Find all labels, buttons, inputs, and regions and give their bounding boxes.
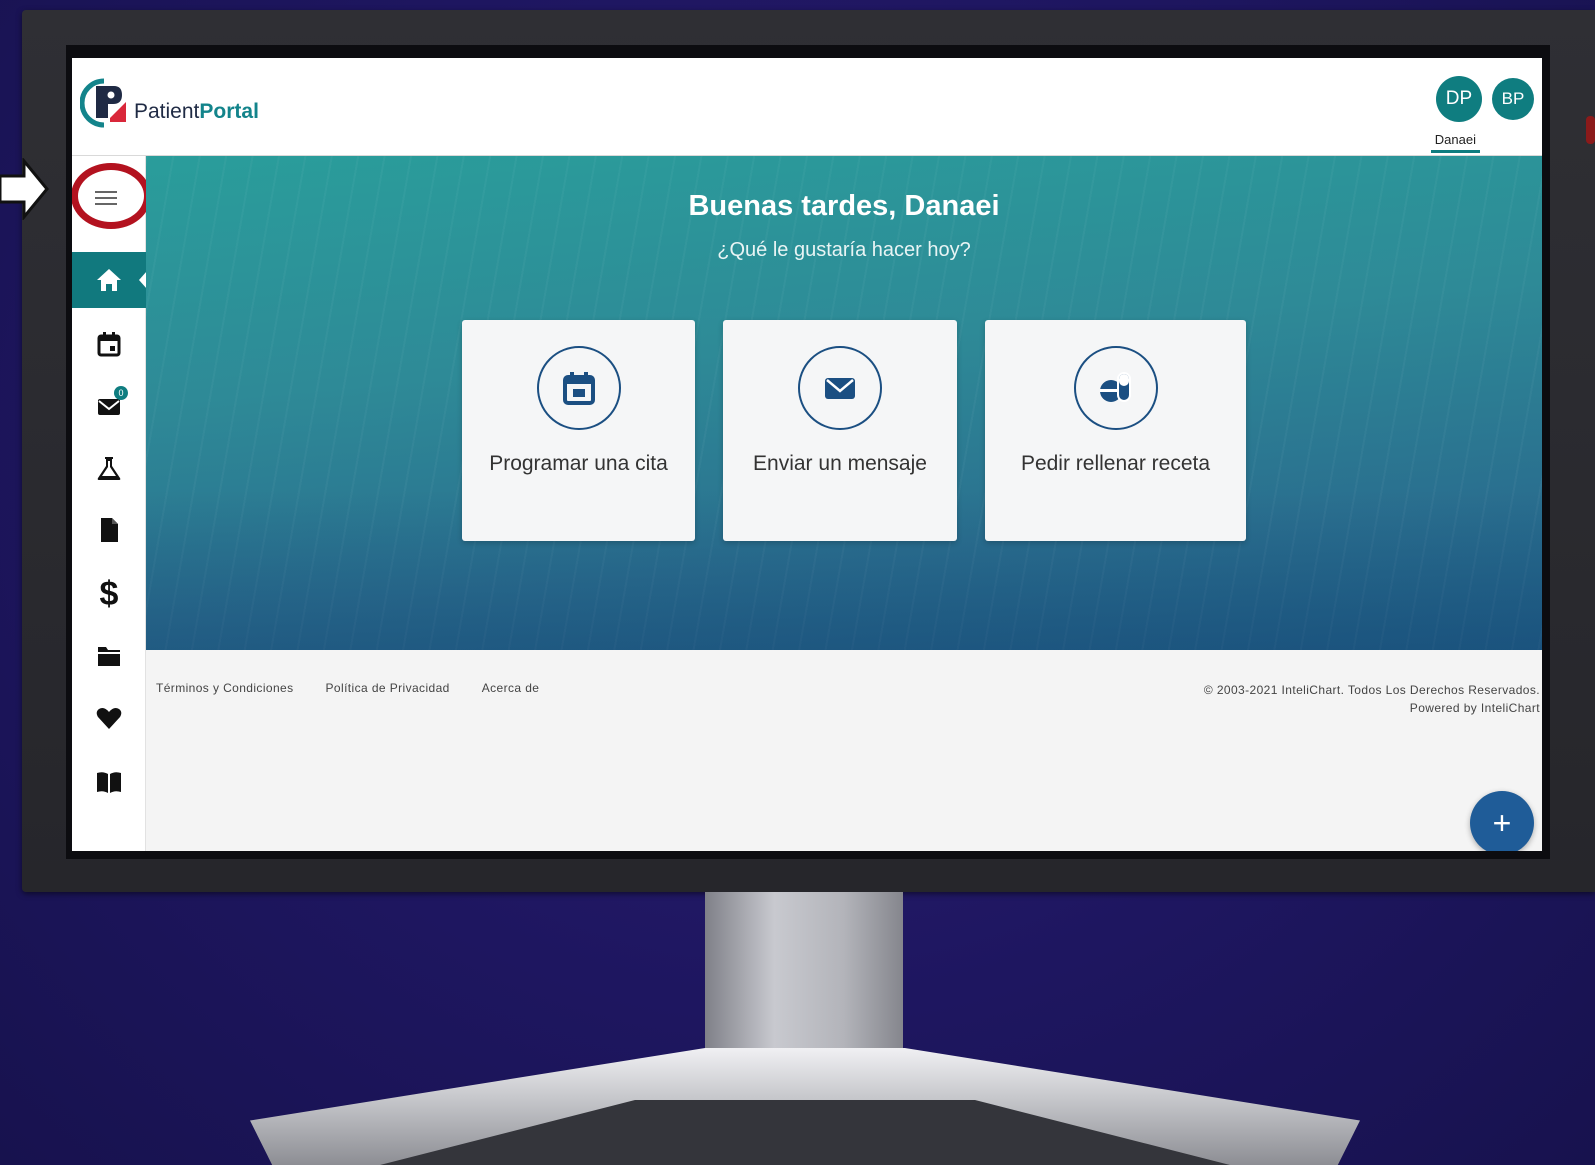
about-link[interactable]: Acerca de [482,681,540,695]
card-label: Pedir rellenar receta [1020,452,1211,475]
home-icon [97,269,121,291]
active-user-name[interactable]: Danaei [1430,132,1480,153]
sidebar-item-calendar[interactable] [72,316,146,372]
dollar-icon: $ [99,574,119,613]
card-icon-circle [536,346,621,430]
avatar-group: DP BP [1436,76,1534,122]
app-header: PatientPortal DP BP Danaei [72,58,1542,156]
calendar-icon [97,332,121,357]
logo-text: PatientPortal [134,100,259,123]
copyright-text: © 2003-2021 InteliChart. Todos Los Derec… [1203,683,1540,697]
add-fab-button[interactable]: + [1470,791,1534,851]
greeting-title: Buenas tardes, Danaei [688,190,1000,222]
terms-link[interactable]: Términos y Condiciones [156,681,294,695]
sidebar-item-documents[interactable] [72,502,146,558]
footer-copyright: © 2003-2021 InteliChart. Todos Los Derec… [1204,681,1540,717]
card-label: Programar una cita [489,452,668,475]
patientportal-logo[interactable]: PatientPortal [80,78,259,128]
book-icon [97,772,121,793]
welcome-hero: Buenas tardes, Danaei ¿Qué le gustaría h… [146,156,1542,650]
sidebar-item-library[interactable] [72,754,146,810]
annotation-arrow-icon [0,158,49,220]
greeting-subtitle: ¿Qué le gustaría hacer hoy? [717,239,971,261]
sidebar-item-lab-results[interactable] [72,440,146,496]
pills-icon [1099,372,1131,402]
privacy-link[interactable]: Política de Privacidad [326,681,450,695]
sidebar-item-billing[interactable]: $ [72,566,146,622]
send-message-card[interactable]: Enviar un mensaje [723,320,957,541]
schedule-appointment-card[interactable]: Programar una cita [462,320,695,541]
powered-by-text: Powered by InteliChart [1409,701,1540,715]
card-icon-circle [798,346,882,430]
envelope-icon [825,378,855,399]
annotation-highlight-circle [72,163,151,229]
messages-count-badge: 0 [114,386,128,400]
prescription-refill-card[interactable]: Pedir rellenar receta [985,320,1246,541]
avatar-bp[interactable]: BP [1492,78,1534,120]
card-icon-circle [1073,346,1158,430]
card-label: Enviar un mensaje [753,452,927,475]
annotation-red-mark [1586,116,1595,144]
avatar-dp[interactable]: DP [1436,76,1482,122]
sidebar-item-records[interactable] [72,628,146,684]
folder-icon [98,647,120,666]
sidebar-item-health[interactable] [72,690,146,746]
footer-links: Términos y Condiciones Política de Priva… [156,681,539,695]
flask-icon [97,457,121,480]
sidebar-item-messages[interactable]: 0 [72,378,146,434]
heart-icon [96,708,122,729]
document-icon [101,518,118,542]
sidebar-nav: 0 $ [72,156,151,851]
app-screen: PatientPortal DP BP Danaei 0 $ Buenas ta… [72,58,1542,851]
sidebar-item-home[interactable] [72,252,147,308]
logo-icon [80,78,126,128]
calendar-icon [562,372,595,405]
